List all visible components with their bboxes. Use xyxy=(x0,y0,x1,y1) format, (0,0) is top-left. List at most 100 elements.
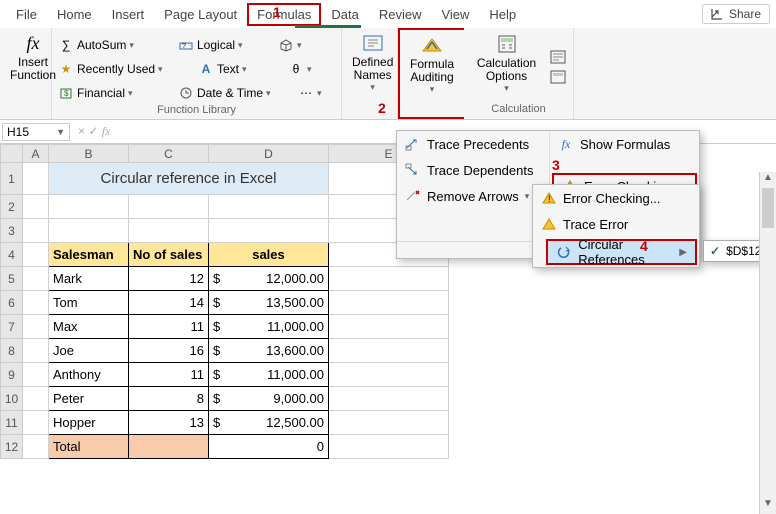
tab-help[interactable]: Help xyxy=(479,3,526,26)
cell-c9[interactable]: 11 xyxy=(129,363,209,387)
trace-dependents-icon xyxy=(405,162,421,178)
cell-d12[interactable]: 0 xyxy=(209,435,329,459)
autosum-button[interactable]: ∑ AutoSum xyxy=(58,34,168,56)
share-button[interactable]: Share xyxy=(702,4,770,24)
circular-ref-value: $D$12 xyxy=(726,244,761,258)
tab-formulas[interactable]: Formulas xyxy=(247,3,321,26)
show-formulas-icon: fx xyxy=(558,136,574,152)
check-icon: ✓ xyxy=(710,244,720,258)
formula-bar-buttons: × ✓ fx xyxy=(72,124,116,139)
defined-names-icon xyxy=(360,32,386,54)
trace-error-item[interactable]: Trace Error xyxy=(533,211,699,237)
formula-auditing-icon xyxy=(419,34,445,56)
recently-used-button[interactable]: ★ Recently Used xyxy=(58,58,188,80)
cell-b10[interactable]: Peter xyxy=(49,387,129,411)
scroll-up-icon[interactable]: ▲ xyxy=(760,172,776,188)
scrollbar-thumb[interactable] xyxy=(762,188,774,228)
header-salesman[interactable]: Salesman xyxy=(49,243,129,267)
calculation-options-button[interactable]: Calculation Options xyxy=(470,31,543,103)
calc-sheet-icon[interactable] xyxy=(549,69,567,85)
cell-b12-total[interactable]: Total xyxy=(49,435,129,459)
header-nosales[interactable]: No of sales xyxy=(129,243,209,267)
cell-c5[interactable]: 12 xyxy=(129,267,209,291)
remove-arrows-icon xyxy=(405,188,421,204)
tab-pagelayout[interactable]: Page Layout xyxy=(154,3,247,26)
vertical-scrollbar[interactable]: ▲ ▼ xyxy=(759,172,776,514)
logical-button[interactable]: ? Logical xyxy=(178,34,268,56)
datetime-button[interactable]: Date & Time xyxy=(178,82,288,104)
submenu-arrow-icon: ▶ xyxy=(679,247,687,258)
tab-home[interactable]: Home xyxy=(47,3,102,26)
cell-d5[interactable]: $12,000.00 xyxy=(209,267,329,291)
title-cell[interactable]: Circular reference in Excel xyxy=(49,163,329,195)
scroll-down-icon[interactable]: ▼ xyxy=(760,498,776,514)
cell-d11[interactable]: $12,500.00 xyxy=(209,411,329,435)
callout-4: 4 xyxy=(640,238,648,254)
header-sales[interactable]: sales xyxy=(209,243,329,267)
cell-c11[interactable]: 13 xyxy=(129,411,209,435)
cell-d7[interactable]: $11,000.00 xyxy=(209,315,329,339)
callout-2: 2 xyxy=(378,100,386,116)
cell-b6[interactable]: Tom xyxy=(49,291,129,315)
col-header-d[interactable]: D xyxy=(209,145,329,163)
chevron-down-icon: ▼ xyxy=(56,127,65,137)
cell-b8[interactable]: Joe xyxy=(49,339,129,363)
cell-c7[interactable]: 11 xyxy=(129,315,209,339)
cell-b9[interactable]: Anthony xyxy=(49,363,129,387)
star-icon: ★ xyxy=(58,61,74,77)
fx-icon: fx xyxy=(20,32,46,54)
name-box[interactable]: H15 ▼ xyxy=(2,123,70,141)
cell-b11[interactable]: Hopper xyxy=(49,411,129,435)
cell-c8[interactable]: 16 xyxy=(129,339,209,363)
more-functions-3[interactable]: ⋯ xyxy=(298,82,328,104)
more-functions-1[interactable] xyxy=(278,34,308,56)
dots-icon: ⋯ xyxy=(298,85,314,101)
cell-d10[interactable]: $9,000.00 xyxy=(209,387,329,411)
group-label-function-library: Function Library xyxy=(58,104,335,118)
svg-text:$: $ xyxy=(64,89,69,98)
cell-b7[interactable]: Max xyxy=(49,315,129,339)
cell-d9[interactable]: $11,000.00 xyxy=(209,363,329,387)
clock-icon xyxy=(178,85,194,101)
circular-references-item[interactable]: Circular References ▶ xyxy=(546,239,697,265)
trace-error-icon xyxy=(541,216,557,232)
financial-button[interactable]: $ Financial xyxy=(58,82,168,104)
col-header-b[interactable]: B xyxy=(49,145,129,163)
cell-c10[interactable]: 8 xyxy=(129,387,209,411)
tab-data[interactable]: Data xyxy=(321,3,368,26)
tab-review[interactable]: Review xyxy=(369,3,432,26)
more-functions-2[interactable]: θ xyxy=(288,58,318,80)
error-checking-sub-icon: ! xyxy=(541,190,557,206)
remove-arrows-item[interactable]: Remove Arrows xyxy=(397,183,549,209)
col-header-a[interactable]: A xyxy=(23,145,49,163)
calc-now-icon[interactable] xyxy=(549,49,567,65)
trace-precedents-item[interactable]: Trace Precedents xyxy=(397,131,549,157)
text-icon: A xyxy=(198,61,214,77)
share-label: Share xyxy=(729,7,761,21)
circular-references-icon xyxy=(556,244,572,260)
tab-view[interactable]: View xyxy=(431,3,479,26)
error-checking-subitem[interactable]: ! Error Checking... xyxy=(533,185,699,211)
show-formulas-item[interactable]: fx Show Formulas xyxy=(550,131,699,157)
error-checking-submenu: ! Error Checking... Trace Error 4 Circul… xyxy=(532,184,700,268)
tab-insert[interactable]: Insert xyxy=(102,3,155,26)
col-header-c[interactable]: C xyxy=(129,145,209,163)
cell-d6[interactable]: $13,500.00 xyxy=(209,291,329,315)
share-icon xyxy=(711,8,725,20)
cell-d8[interactable]: $13,600.00 xyxy=(209,339,329,363)
trace-precedents-icon xyxy=(405,136,421,152)
callout-3: 3 xyxy=(550,157,562,173)
logical-icon: ? xyxy=(178,37,194,53)
trace-dependents-item[interactable]: Trace Dependents xyxy=(397,157,549,183)
cell-c6[interactable]: 14 xyxy=(129,291,209,315)
cell-b5[interactable]: Mark xyxy=(49,267,129,291)
formula-auditing-button[interactable]: Formula Auditing xyxy=(406,32,458,104)
svg-text:?: ? xyxy=(182,43,186,50)
cell-c12[interactable] xyxy=(129,435,209,459)
tab-file[interactable]: File xyxy=(6,3,47,26)
group-label-calculation: Calculation xyxy=(470,103,567,117)
text-button[interactable]: A Text xyxy=(198,58,278,80)
defined-names-button[interactable]: Defined Names xyxy=(348,30,397,102)
active-tab-underline xyxy=(295,25,361,28)
worksheet-grid[interactable]: A B C D E 1Circular reference in Excel 2… xyxy=(0,144,449,459)
